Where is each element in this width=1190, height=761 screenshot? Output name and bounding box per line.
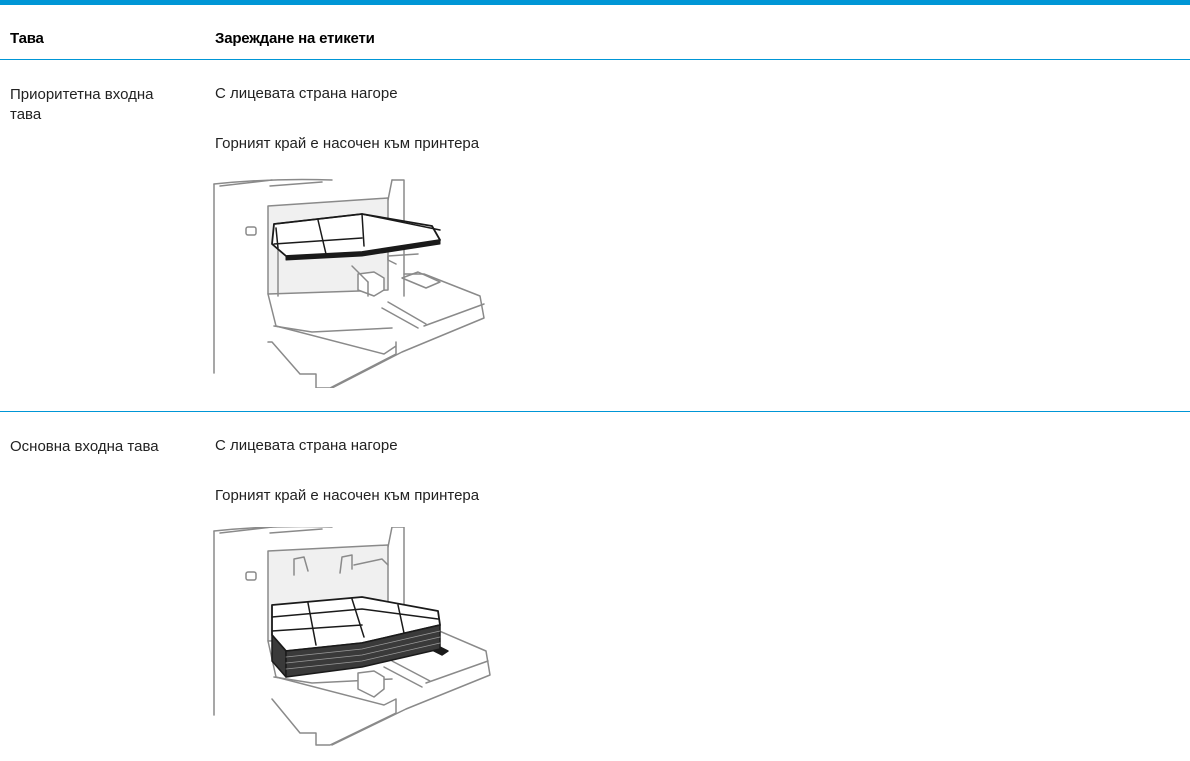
table-row: Приоритетна входна тава С лицевата стран… [0, 60, 1190, 411]
main-tray-illustration [213, 527, 491, 746]
table-row: Основна входна тава С лицевата страна на… [0, 412, 1190, 761]
tray-name-priority: Приоритетна входна тава [10, 86, 154, 123]
table-header: Тава Зареждане на етикети [0, 5, 1190, 59]
orientation-text: С лицевата страна нагоре [215, 85, 398, 102]
priority-tray-illustration [213, 178, 485, 388]
tray-name-main: Основна входна тава [10, 438, 159, 455]
orientation-text: С лицевата страна нагоре [215, 437, 398, 454]
edge-text: Горният край е насочен към принтера [215, 135, 480, 152]
edge-text: Горният край е насочен към принтера [215, 487, 480, 504]
header-loading-labels: Зареждане на етикети [215, 30, 375, 47]
header-tray: Тава [10, 30, 44, 47]
